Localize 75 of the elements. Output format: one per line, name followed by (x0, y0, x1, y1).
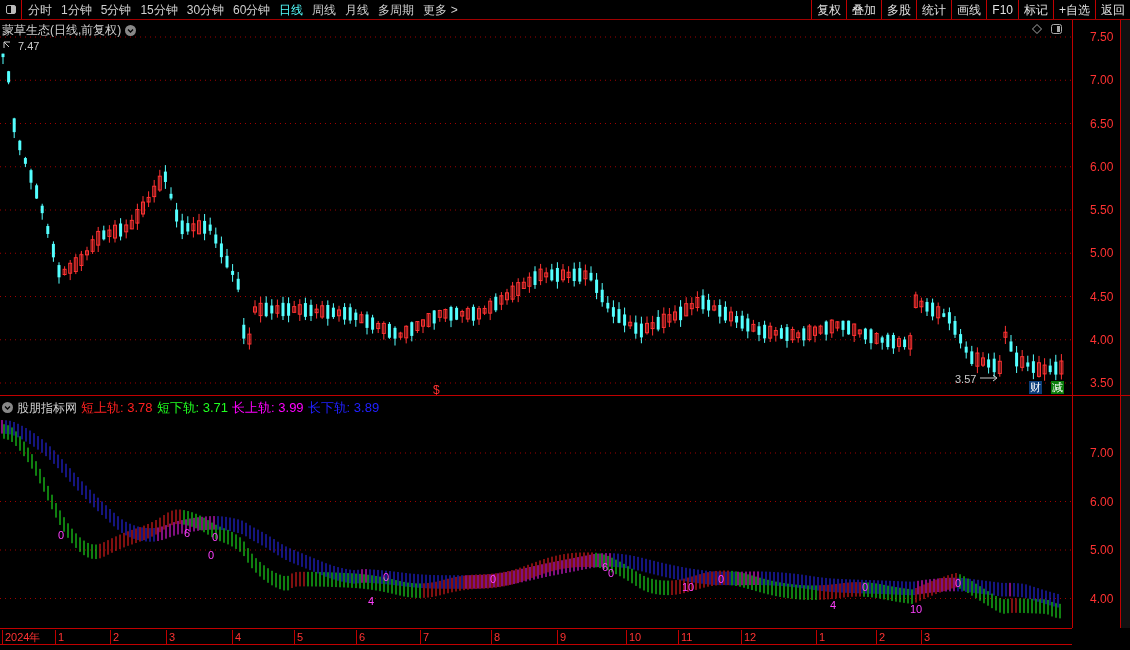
period-tab[interactable]: 分时 (28, 0, 52, 19)
low-price-label: 3.57 (955, 372, 977, 387)
event-marker: $ (433, 382, 440, 399)
period-tab[interactable]: 多周期 (378, 0, 415, 19)
indicator-value: 长下轨: 3.89 (307, 399, 380, 417)
signal-label: 10 (910, 604, 923, 615)
axis-label: 4.50 (1090, 290, 1114, 303)
axis-label: 7.00 (1090, 74, 1114, 87)
signal-label: 0 (58, 530, 65, 541)
date-label: 5 (294, 630, 304, 644)
indicator-value: 长上轨: 3.99 (232, 399, 304, 417)
signal-label: 0 (862, 582, 869, 593)
period-tab[interactable]: 30分钟 (186, 0, 225, 19)
date-label: 3 (166, 630, 176, 644)
chart-title: 蒙草生态(日线,前复权) (2, 22, 122, 39)
toolbar-button[interactable]: F10 (986, 0, 1018, 19)
signal-label: 0 (718, 574, 725, 585)
period-tab[interactable]: 1分钟 (61, 0, 92, 19)
date-label: 3 (921, 630, 931, 644)
axis-label: 5.00 (1090, 544, 1114, 556)
toolbar-button[interactable]: 画线 (951, 0, 987, 19)
axis-label: 6.00 (1090, 160, 1114, 173)
axis-label: 7.00 (1090, 447, 1114, 459)
axis-label: 5.00 (1090, 247, 1114, 260)
signal-label: 6 (602, 562, 609, 573)
period-tab[interactable]: 5分钟 (100, 0, 132, 19)
period-tab[interactable]: 60分钟 (233, 0, 271, 19)
date-label: 7 (420, 630, 430, 644)
axis-label: 7.50 (1090, 31, 1114, 43)
axis-label: 3.50 (1090, 377, 1114, 389)
date-label: 12 (741, 630, 757, 644)
toolbar-button[interactable]: +自选 (1053, 0, 1095, 19)
signal-label: 0 (490, 574, 497, 585)
signal-label: 0 (383, 572, 390, 583)
toolbar-button[interactable]: 标记 (1018, 0, 1053, 19)
toolbar-button[interactable]: 统计 (916, 0, 952, 19)
toolbar-button[interactable]: 复权 (811, 0, 847, 19)
signal-label: 6 (184, 528, 191, 539)
date-label: 9 (557, 630, 567, 644)
signal-label: 0 (208, 550, 215, 561)
date-label: 2 (876, 630, 886, 644)
date-label: 2 (110, 630, 120, 644)
date-label: 10 (626, 630, 642, 644)
period-tab[interactable]: 日线 (279, 0, 304, 19)
axis-label: 4.00 (1090, 592, 1114, 605)
axis-label: 6.50 (1090, 117, 1114, 130)
event-badge[interactable]: 减 (1051, 381, 1064, 394)
toolbar-button[interactable]: 返回 (1095, 0, 1130, 19)
axis-label: 6.00 (1090, 495, 1114, 508)
high-price-label: 7.47 (18, 39, 40, 54)
date-label: 1 (55, 630, 65, 644)
indicator-name: 股朋指标网 (17, 399, 77, 417)
date-label: 4 (232, 630, 242, 644)
period-tab[interactable]: 15分钟 (140, 0, 178, 19)
date-label: 2024年 (2, 630, 41, 644)
signal-label: 0 (212, 532, 219, 543)
toolbar-button[interactable]: 叠加 (846, 0, 882, 19)
date-label: 8 (491, 630, 501, 644)
axis-label: 4.00 (1090, 333, 1114, 346)
signal-label: 4 (368, 596, 375, 607)
axis-label: 5.50 (1090, 204, 1114, 216)
period-tab[interactable]: 周线 (312, 0, 337, 19)
signal-label: 0 (608, 568, 615, 579)
signal-label: 10 (682, 582, 695, 593)
more-button[interactable]: 更多 > (423, 0, 458, 19)
event-badge[interactable]: 财 (1029, 381, 1042, 394)
date-label: 11 (678, 630, 693, 644)
signal-label: 4 (830, 600, 837, 611)
signal-label: 0 (955, 578, 962, 589)
indicator-value: 短下轨: 3.71 (156, 399, 229, 417)
date-label: 6 (356, 630, 366, 644)
indicator-value: 短上轨: 3.78 (81, 399, 153, 417)
date-label: 1 (816, 630, 826, 644)
period-tab[interactable]: 月线 (345, 0, 370, 19)
toolbar-button[interactable]: 多股 (881, 0, 917, 19)
